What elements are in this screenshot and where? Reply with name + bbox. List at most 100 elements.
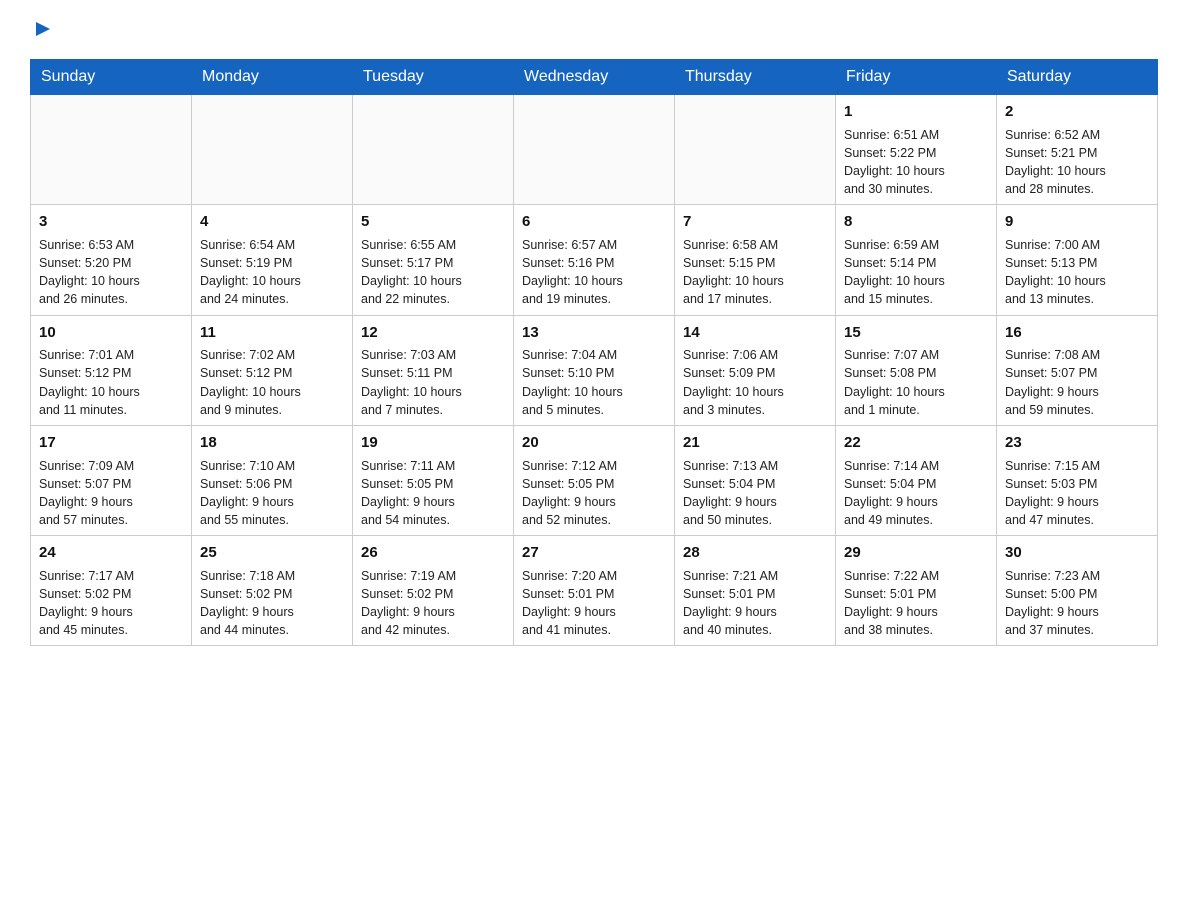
calendar-cell: 6 Sunrise: 6:57 AM Sunset: 5:16 PM Daylig… xyxy=(514,205,675,315)
calendar-cell: 25Sunrise: 7:18 AM Sunset: 5:02 PM Dayli… xyxy=(192,536,353,646)
calendar-cell: 14Sunrise: 7:06 AM Sunset: 5:09 PM Dayli… xyxy=(675,315,836,425)
day-number: 24 xyxy=(39,542,183,564)
calendar-cell: 17 Sunrise: 7:09 AM Sunset: 5:07 PM Dayli… xyxy=(31,425,192,535)
day-number: 5 xyxy=(361,211,505,233)
calendar-cell: 8 Sunrise: 6:59 AM Sunset: 5:14 PM Daylig… xyxy=(836,205,997,315)
calendar-week-row: 3 Sunrise: 6:53 AM Sunset: 5:20 PM Daylig… xyxy=(31,205,1158,315)
day-number: 29 xyxy=(844,542,988,564)
calendar-cell: 20Sunrise: 7:12 AM Sunset: 5:05 PM Dayli… xyxy=(514,425,675,535)
day-number: 14 xyxy=(683,322,827,344)
day-number: 30 xyxy=(1005,542,1149,564)
calendar-cell: 30 Sunrise: 7:23 AM Sunset: 5:00 PM Dayli… xyxy=(997,536,1158,646)
calendar-week-row: 10Sunrise: 7:01 AM Sunset: 5:12 PM Dayli… xyxy=(31,315,1158,425)
day-info: Sunrise: 6:58 AM Sunset: 5:15 PM Dayligh… xyxy=(683,236,827,309)
day-info: Sunrise: 7:10 AM Sunset: 5:06 PM Dayligh… xyxy=(200,457,344,530)
calendar-cell: 16Sunrise: 7:08 AM Sunset: 5:07 PM Dayli… xyxy=(997,315,1158,425)
day-number: 21 xyxy=(683,432,827,454)
day-number: 26 xyxy=(361,542,505,564)
day-info: Sunrise: 7:22 AM Sunset: 5:01 PM Dayligh… xyxy=(844,567,988,640)
day-info: Sunrise: 7:07 AM Sunset: 5:08 PM Dayligh… xyxy=(844,346,988,419)
day-of-week-header: Monday xyxy=(192,60,353,95)
calendar-cell: 19 Sunrise: 7:11 AM Sunset: 5:05 PM Dayli… xyxy=(353,425,514,535)
calendar-cell: 29 Sunrise: 7:22 AM Sunset: 5:01 PM Dayli… xyxy=(836,536,997,646)
calendar-cell: 21 Sunrise: 7:13 AM Sunset: 5:04 PM Dayli… xyxy=(675,425,836,535)
day-number: 27 xyxy=(522,542,666,564)
day-info: Sunrise: 6:51 AM Sunset: 5:22 PM Dayligh… xyxy=(844,126,988,199)
day-info: Sunrise: 7:02 AM Sunset: 5:12 PM Dayligh… xyxy=(200,346,344,419)
calendar-cell: 1 Sunrise: 6:51 AM Sunset: 5:22 PM Daylig… xyxy=(836,95,997,205)
day-info: Sunrise: 7:14 AM Sunset: 5:04 PM Dayligh… xyxy=(844,457,988,530)
calendar-cell: 13Sunrise: 7:04 AM Sunset: 5:10 PM Dayli… xyxy=(514,315,675,425)
day-info: Sunrise: 7:01 AM Sunset: 5:12 PM Dayligh… xyxy=(39,346,183,419)
calendar-week-row: 17 Sunrise: 7:09 AM Sunset: 5:07 PM Dayli… xyxy=(31,425,1158,535)
calendar-cell: 11Sunrise: 7:02 AM Sunset: 5:12 PM Dayli… xyxy=(192,315,353,425)
day-info: Sunrise: 7:21 AM Sunset: 5:01 PM Dayligh… xyxy=(683,567,827,640)
calendar-table: SundayMondayTuesdayWednesdayThursdayFrid… xyxy=(30,59,1158,646)
day-info: Sunrise: 6:57 AM Sunset: 5:16 PM Dayligh… xyxy=(522,236,666,309)
calendar-cell: 2 Sunrise: 6:52 AM Sunset: 5:21 PM Daylig… xyxy=(997,95,1158,205)
day-info: Sunrise: 6:52 AM Sunset: 5:21 PM Dayligh… xyxy=(1005,126,1149,199)
calendar-cell: 3 Sunrise: 6:53 AM Sunset: 5:20 PM Daylig… xyxy=(31,205,192,315)
day-info: Sunrise: 7:08 AM Sunset: 5:07 PM Dayligh… xyxy=(1005,346,1149,419)
calendar-cell: 12Sunrise: 7:03 AM Sunset: 5:11 PM Dayli… xyxy=(353,315,514,425)
calendar-cell: 23Sunrise: 7:15 AM Sunset: 5:03 PM Dayli… xyxy=(997,425,1158,535)
day-number: 2 xyxy=(1005,101,1149,123)
day-number: 1 xyxy=(844,101,988,123)
day-info: Sunrise: 7:04 AM Sunset: 5:10 PM Dayligh… xyxy=(522,346,666,419)
calendar-cell xyxy=(353,95,514,205)
logo xyxy=(30,20,68,41)
day-number: 6 xyxy=(522,211,666,233)
day-info: Sunrise: 6:59 AM Sunset: 5:14 PM Dayligh… xyxy=(844,236,988,309)
day-info: Sunrise: 7:06 AM Sunset: 5:09 PM Dayligh… xyxy=(683,346,827,419)
day-number: 4 xyxy=(200,211,344,233)
day-number: 8 xyxy=(844,211,988,233)
day-number: 11 xyxy=(200,322,344,344)
calendar-cell: 9Sunrise: 7:00 AM Sunset: 5:13 PM Daylig… xyxy=(997,205,1158,315)
day-of-week-header: Sunday xyxy=(31,60,192,95)
day-of-week-header: Thursday xyxy=(675,60,836,95)
day-number: 12 xyxy=(361,322,505,344)
calendar-cell: 10Sunrise: 7:01 AM Sunset: 5:12 PM Dayli… xyxy=(31,315,192,425)
day-info: Sunrise: 7:11 AM Sunset: 5:05 PM Dayligh… xyxy=(361,457,505,530)
calendar-cell: 7 Sunrise: 6:58 AM Sunset: 5:15 PM Daylig… xyxy=(675,205,836,315)
day-of-week-header: Wednesday xyxy=(514,60,675,95)
day-of-week-header: Friday xyxy=(836,60,997,95)
day-info: Sunrise: 6:55 AM Sunset: 5:17 PM Dayligh… xyxy=(361,236,505,309)
day-number: 13 xyxy=(522,322,666,344)
calendar-cell: 15Sunrise: 7:07 AM Sunset: 5:08 PM Dayli… xyxy=(836,315,997,425)
day-info: Sunrise: 7:18 AM Sunset: 5:02 PM Dayligh… xyxy=(200,567,344,640)
calendar-cell xyxy=(514,95,675,205)
day-number: 3 xyxy=(39,211,183,233)
day-number: 7 xyxy=(683,211,827,233)
calendar-cell xyxy=(675,95,836,205)
calendar-cell: 22Sunrise: 7:14 AM Sunset: 5:04 PM Dayli… xyxy=(836,425,997,535)
calendar-header-row: SundayMondayTuesdayWednesdayThursdayFrid… xyxy=(31,60,1158,95)
day-number: 19 xyxy=(361,432,505,454)
day-info: Sunrise: 6:54 AM Sunset: 5:19 PM Dayligh… xyxy=(200,236,344,309)
calendar-cell xyxy=(31,95,192,205)
calendar-cell xyxy=(192,95,353,205)
day-info: Sunrise: 7:19 AM Sunset: 5:02 PM Dayligh… xyxy=(361,567,505,640)
day-info: Sunrise: 7:09 AM Sunset: 5:07 PM Dayligh… xyxy=(39,457,183,530)
day-info: Sunrise: 7:17 AM Sunset: 5:02 PM Dayligh… xyxy=(39,567,183,640)
day-number: 17 xyxy=(39,432,183,454)
calendar-cell: 4 Sunrise: 6:54 AM Sunset: 5:19 PM Daylig… xyxy=(192,205,353,315)
calendar-week-row: 1 Sunrise: 6:51 AM Sunset: 5:22 PM Daylig… xyxy=(31,95,1158,205)
calendar-week-row: 24 Sunrise: 7:17 AM Sunset: 5:02 PM Dayli… xyxy=(31,536,1158,646)
calendar-cell: 5 Sunrise: 6:55 AM Sunset: 5:17 PM Daylig… xyxy=(353,205,514,315)
calendar-cell: 28Sunrise: 7:21 AM Sunset: 5:01 PM Dayli… xyxy=(675,536,836,646)
day-info: Sunrise: 7:13 AM Sunset: 5:04 PM Dayligh… xyxy=(683,457,827,530)
day-info: Sunrise: 6:53 AM Sunset: 5:20 PM Dayligh… xyxy=(39,236,183,309)
day-info: Sunrise: 7:03 AM Sunset: 5:11 PM Dayligh… xyxy=(361,346,505,419)
page-header xyxy=(30,20,1158,41)
calendar-cell: 24 Sunrise: 7:17 AM Sunset: 5:02 PM Dayli… xyxy=(31,536,192,646)
day-number: 18 xyxy=(200,432,344,454)
day-info: Sunrise: 7:23 AM Sunset: 5:00 PM Dayligh… xyxy=(1005,567,1149,640)
logo-arrow-icon xyxy=(32,18,54,40)
day-number: 15 xyxy=(844,322,988,344)
calendar-cell: 26 Sunrise: 7:19 AM Sunset: 5:02 PM Dayli… xyxy=(353,536,514,646)
day-info: Sunrise: 7:00 AM Sunset: 5:13 PM Dayligh… xyxy=(1005,236,1149,309)
day-number: 20 xyxy=(522,432,666,454)
day-of-week-header: Saturday xyxy=(997,60,1158,95)
calendar-cell: 27Sunrise: 7:20 AM Sunset: 5:01 PM Dayli… xyxy=(514,536,675,646)
